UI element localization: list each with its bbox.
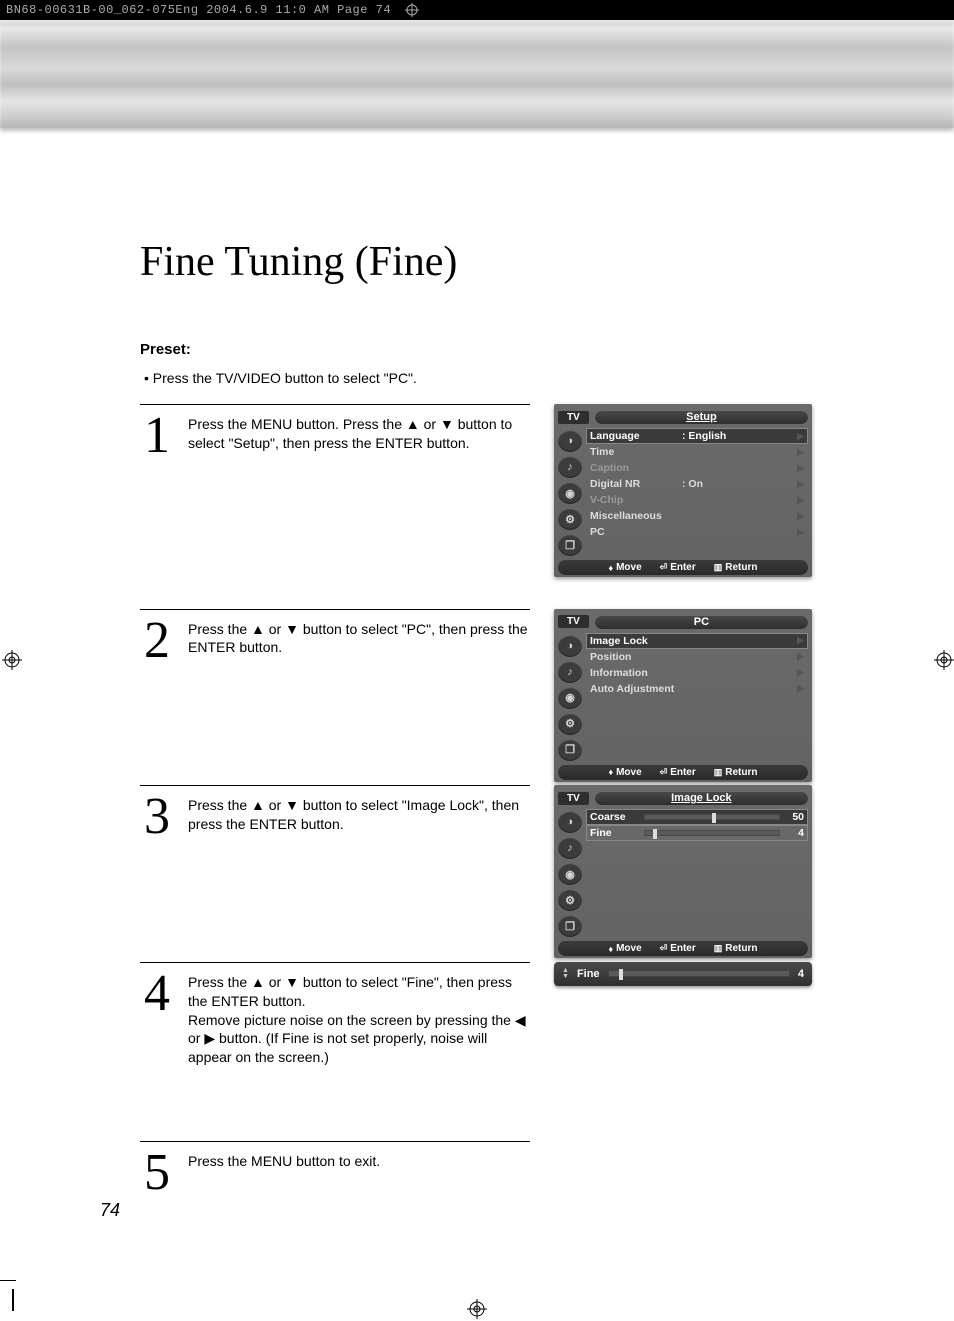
osd-menu-list: Language: English▶ Time▶ Caption▶ Digita… — [586, 428, 808, 556]
osd-title: Image Lock — [595, 791, 808, 805]
step-2: 2 Press the ▲ or ▼ button to select "PC"… — [140, 609, 530, 662]
step-text: Press the MENU button. Press the ▲ or ▼ … — [188, 413, 528, 453]
print-header: BN68-00631B-00_062-075Eng 2004.6.9 11:0 … — [0, 0, 954, 20]
osd-footer: ♦Move ⏎Enter ▥Return — [558, 560, 808, 575]
sound-icon: ♪ — [558, 661, 582, 683]
register-mark-icon — [467, 1299, 485, 1317]
pip-icon: ❐ — [558, 534, 582, 556]
sound-icon: ♪ — [558, 456, 582, 478]
header-band — [0, 20, 954, 128]
updown-icon: ♦ — [608, 944, 613, 954]
page-title: Fine Tuning (Fine) — [140, 238, 894, 286]
chevron-right-icon: ▶ — [797, 495, 804, 506]
step-text: Press the ▲ or ▼ button to select "Fine"… — [188, 971, 528, 1067]
setup-icon: ⚙ — [558, 889, 582, 911]
channel-icon: ◉ — [558, 482, 582, 504]
step-1: 1 Press the MENU button. Press the ▲ or … — [140, 404, 530, 457]
chevron-right-icon: ▶ — [797, 511, 804, 522]
return-icon: ▥ — [714, 562, 723, 573]
fine-slider — [608, 970, 790, 977]
picture-icon: ◑ — [558, 811, 582, 833]
chevron-right-icon: ▶ — [797, 683, 804, 694]
setup-icon: ⚙ — [558, 508, 582, 530]
enter-icon: ⏎ — [660, 767, 668, 778]
step-3: 3 Press the ▲ or ▼ button to select "Ima… — [140, 785, 530, 838]
chevron-right-icon: ▶ — [797, 447, 804, 458]
step-text: Press the ▲ or ▼ button to select "PC", … — [188, 618, 528, 658]
setup-icon: ⚙ — [558, 713, 582, 735]
step-5: 5 Press the MENU button to exit. — [140, 1141, 530, 1194]
step-number: 4 — [140, 973, 174, 1015]
step-number: 1 — [140, 415, 174, 457]
osd-tv-tab: TV — [558, 615, 589, 628]
fine-value: 4 — [798, 968, 804, 980]
return-icon: ▥ — [714, 767, 723, 778]
chevron-right-icon: ▶ — [797, 431, 804, 442]
osd-menu-list: Coarse 50 Fine 4 — [586, 809, 808, 937]
step-number: 2 — [140, 620, 174, 662]
register-mark-icon — [934, 650, 952, 668]
title-paren: (Fine) — [355, 239, 458, 285]
step-number: 5 — [140, 1152, 174, 1194]
chevron-right-icon: ▶ — [797, 635, 804, 646]
chevron-right-icon: ▶ — [797, 651, 804, 662]
fine-slider — [644, 830, 780, 836]
pip-icon: ❐ — [558, 739, 582, 761]
chevron-right-icon: ▶ — [797, 527, 804, 538]
step-number: 3 — [140, 796, 174, 838]
osd-title: Setup — [595, 410, 808, 424]
osd-footer: ♦Move ⏎Enter ▥Return — [558, 941, 808, 956]
preset-bullet: • Press the TV/VIDEO button to select "P… — [144, 370, 894, 386]
osd-tv-tab: TV — [558, 411, 589, 424]
chevron-right-icon: ▶ — [797, 479, 804, 490]
fine-label: Fine — [577, 968, 600, 980]
chevron-right-icon: ▶ — [797, 667, 804, 678]
channel-icon: ◉ — [558, 863, 582, 885]
osd-footer: ♦Move ⏎Enter ▥Return — [558, 765, 808, 780]
step-text: Press the MENU button to exit. — [188, 1150, 380, 1171]
step-text: Press the ▲ or ▼ button to select "Image… — [188, 794, 528, 834]
print-header-text: BN68-00631B-00_062-075Eng 2004.6.9 11:0 … — [6, 3, 391, 17]
updown-icon: ♦ — [608, 767, 613, 777]
osd-pc-screenshot: TV PC ◑ ♪ ◉ ⚙ ❐ Image Lock▶ Position▶ In… — [554, 609, 812, 782]
channel-icon: ◉ — [558, 687, 582, 709]
picture-icon: ◑ — [558, 635, 582, 657]
pip-icon: ❐ — [558, 915, 582, 937]
osd-sidebar-icons: ◑ ♪ ◉ ⚙ ❐ — [558, 809, 582, 937]
updown-icon: ♦ — [608, 563, 613, 573]
osd-fine-bar: ▲▼ Fine 4 — [554, 962, 812, 986]
step-4: 4 Press the ▲ or ▼ button to select "Fin… — [140, 962, 530, 1067]
enter-icon: ⏎ — [660, 562, 668, 573]
picture-icon: ◑ — [558, 430, 582, 452]
chevron-right-icon: ▶ — [797, 463, 804, 474]
osd-menu-list: Image Lock▶ Position▶ Information▶ Auto … — [586, 633, 808, 761]
updown-icon: ▲▼ — [562, 968, 569, 980]
crop-mark-icon — [12, 1281, 42, 1311]
title-main: Fine Tuning — [140, 239, 344, 285]
coarse-slider — [644, 814, 780, 820]
page-number: 74 — [100, 1200, 120, 1221]
enter-icon: ⏎ — [660, 943, 668, 954]
return-icon: ▥ — [714, 943, 723, 954]
osd-tv-tab: TV — [558, 792, 589, 805]
register-mark-icon — [405, 3, 419, 17]
osd-sidebar-icons: ◑ ♪ ◉ ⚙ ❐ — [558, 428, 582, 556]
osd-sidebar-icons: ◑ ♪ ◉ ⚙ ❐ — [558, 633, 582, 761]
osd-imagelock-screenshot: TV Image Lock ◑ ♪ ◉ ⚙ ❐ Coarse — [554, 785, 812, 958]
register-mark-icon — [2, 650, 20, 668]
osd-title: PC — [595, 615, 808, 629]
sound-icon: ♪ — [558, 837, 582, 859]
osd-setup-screenshot: TV Setup ◑ ♪ ◉ ⚙ ❐ Language: English▶ Ti… — [554, 404, 812, 577]
preset-label: Preset: — [140, 341, 894, 358]
